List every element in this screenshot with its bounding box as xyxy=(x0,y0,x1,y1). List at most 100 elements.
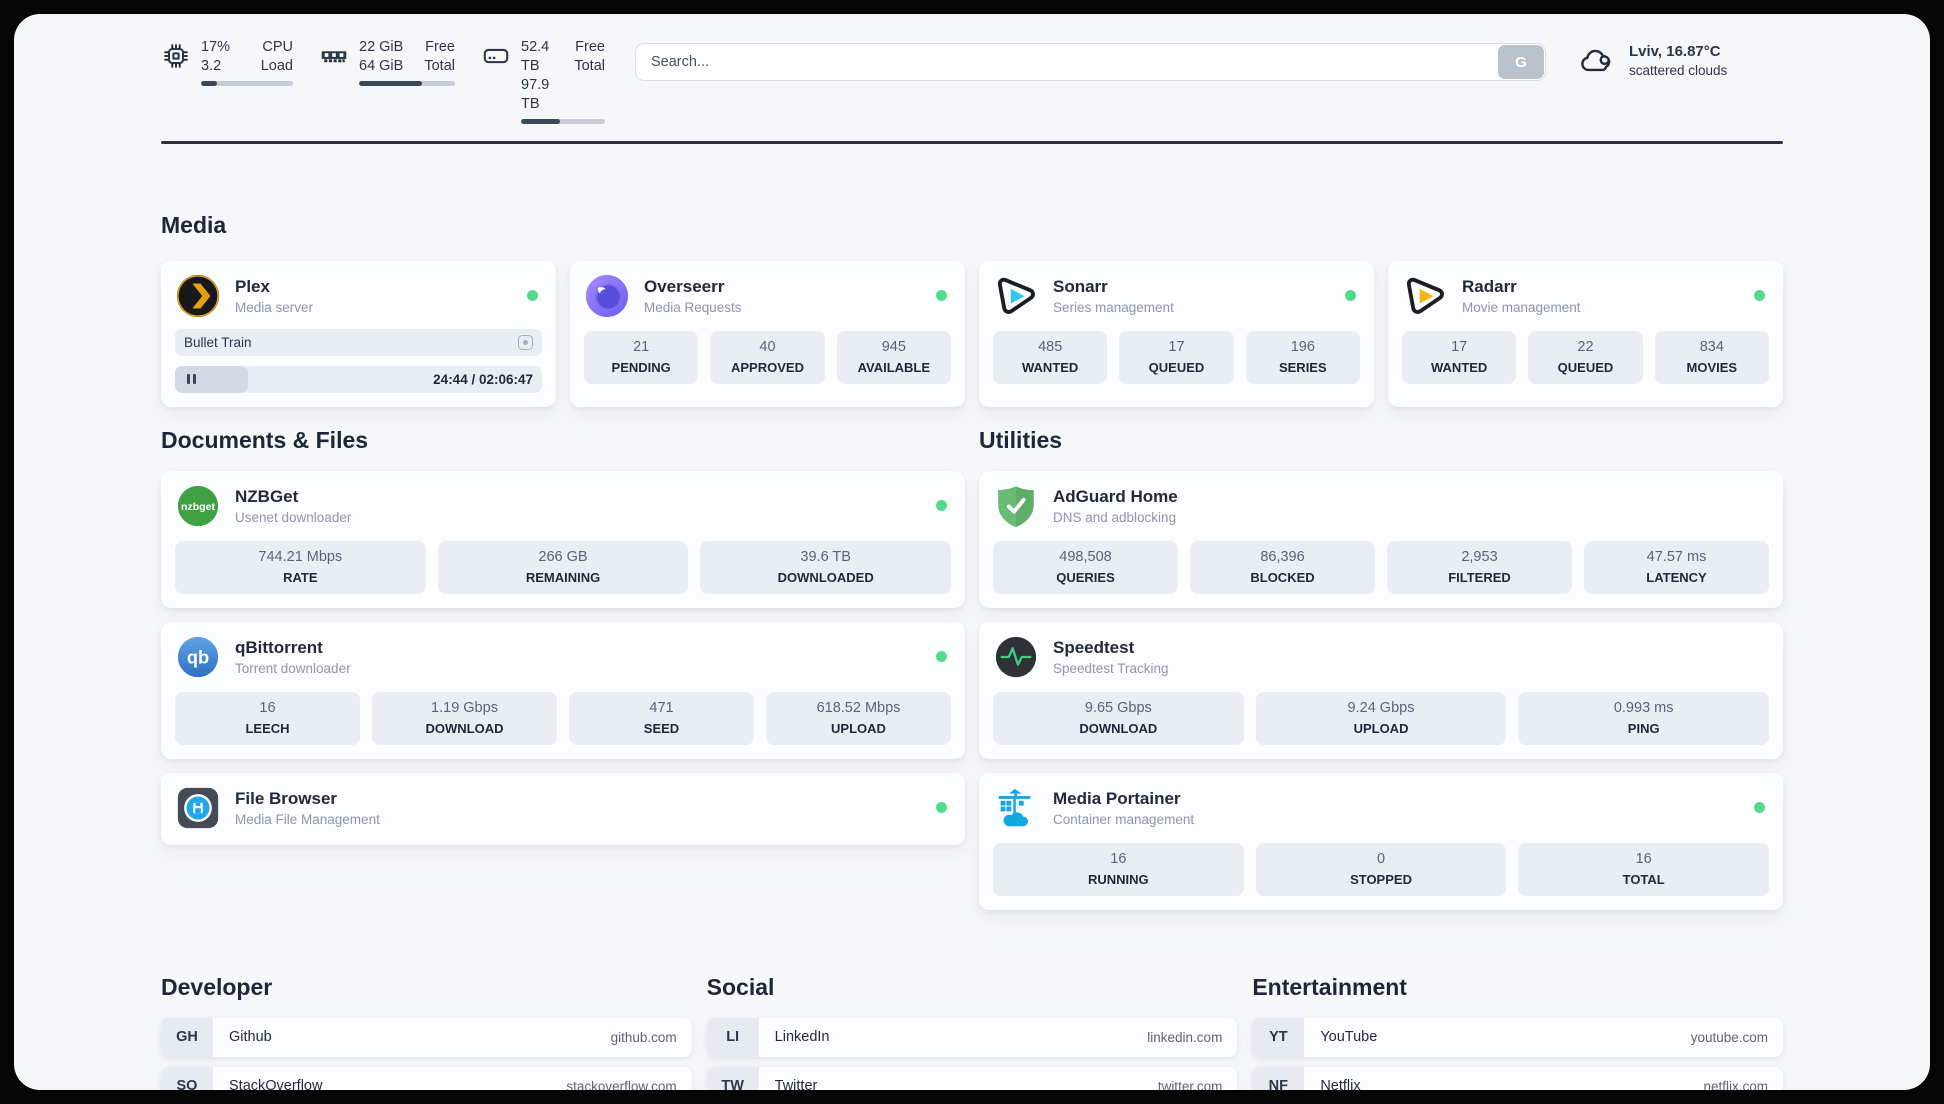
plex-logo-icon xyxy=(175,273,221,319)
section-title-documents: Documents & Files xyxy=(161,426,369,453)
stat-download: 9.65 Gbps DOWNLOAD xyxy=(993,691,1244,745)
service-card-qbittorrent[interactable]: qb qBittorrent Torrent downloader 16 LEE… xyxy=(161,621,965,759)
service-name: qBittorrent xyxy=(235,637,323,657)
stat-download: 1.19 Gbps DOWNLOAD xyxy=(372,691,557,745)
bookmark-abbr: YT xyxy=(1252,1017,1305,1057)
service-name: AdGuard Home xyxy=(1053,486,1178,506)
bookmark-github[interactable]: GH Github github.com xyxy=(161,1017,692,1057)
bookmark-abbr: NF xyxy=(1252,1066,1305,1090)
bookmark-twitter[interactable]: TW Twitter twitter.com xyxy=(706,1066,1238,1090)
svg-text:nzbget: nzbget xyxy=(181,500,215,512)
qbittorrent-logo-icon: qb xyxy=(175,634,221,680)
stat-total: 16 TOTAL xyxy=(1518,842,1770,896)
bookmark-abbr: SO xyxy=(161,1066,213,1090)
stat-movies: 834 MOVIES xyxy=(1654,330,1769,384)
stat-available: 945 AVAILABLE xyxy=(836,330,951,384)
disk-progress-bar xyxy=(521,119,605,124)
stat-wanted: 17 WANTED xyxy=(1402,330,1517,384)
bookmark-youtube[interactable]: YT YouTube youtube.com xyxy=(1252,1017,1783,1057)
bookmark-netflix[interactable]: NF Netflix netflix.com xyxy=(1252,1066,1783,1091)
service-subtitle: Media Requests xyxy=(644,299,742,315)
section-title-entertainment: Entertainment xyxy=(1252,973,1407,1000)
stat-running: 16 RUNNING xyxy=(993,842,1244,896)
status-online-dot xyxy=(1754,290,1765,301)
memory-labels: Free Total xyxy=(424,39,455,74)
service-card-speedtest[interactable]: Speedtest Speedtest Tracking 9.65 Gbps D… xyxy=(979,621,1783,759)
cpu-labels: CPU Load xyxy=(260,39,293,74)
stat-wanted: 485 WANTED xyxy=(993,330,1108,384)
service-subtitle: Media File Management xyxy=(235,811,380,827)
section-title-media: Media xyxy=(161,211,227,238)
weather-widget: Lviv, 16.87°C scattered clouds xyxy=(1578,42,1783,80)
service-card-radarr[interactable]: Radarr Movie management 17 WANTED 22 QUE… xyxy=(1388,260,1783,407)
pause-icon[interactable] xyxy=(187,374,196,384)
stat-ping: 0.993 ms PING xyxy=(1518,691,1770,745)
social-column: Social LI LinkedIn linkedin.com TW Twitt… xyxy=(706,974,1238,1090)
utilities-column: Utilities AdGuard Home DNS and adblockin… xyxy=(979,427,1783,910)
service-card-plex[interactable]: Plex Media server Bullet Train 24:44 / 0… xyxy=(161,260,556,407)
bookmark-name: Netflix xyxy=(1320,1078,1361,1090)
cpu-progress-bar xyxy=(201,81,293,86)
stat-upload: 618.52 Mbps UPLOAD xyxy=(766,691,951,745)
stat-pending: 21 PENDING xyxy=(584,330,699,384)
developer-column: Developer GH Github github.com SO StackO… xyxy=(161,974,692,1090)
adguard-logo-icon xyxy=(993,483,1039,529)
disk-labels: Free Total xyxy=(574,39,605,74)
service-name: Sonarr xyxy=(1053,276,1108,296)
now-playing-title: Bullet Train xyxy=(184,334,252,350)
stat-downloaded: 39.6 TB DOWNLOADED xyxy=(700,540,952,594)
service-card-adguard[interactable]: AdGuard Home DNS and adblocking 498,508 … xyxy=(979,470,1783,608)
header-divider xyxy=(161,141,1783,144)
section-title-utilities: Utilities xyxy=(979,426,1063,453)
service-card-sonarr[interactable]: Sonarr Series management 485 WANTED 17 Q… xyxy=(979,260,1374,407)
svg-text:qb: qb xyxy=(187,647,209,667)
stat-remaining: 266 GB REMAINING xyxy=(437,540,689,594)
search-provider-button[interactable]: G xyxy=(1498,45,1544,79)
top-bar: 17% 3.2 CPU Load 22 GiB 64 GiB Free Tota… xyxy=(161,38,1783,124)
service-subtitle: Torrent downloader xyxy=(235,660,351,676)
service-name: Media Portainer xyxy=(1053,788,1181,808)
bookmark-name: Github xyxy=(229,1029,272,1045)
service-card-nzbget[interactable]: nzbget NZBGet Usenet downloader 744.21 M… xyxy=(161,470,965,608)
search-bar: G xyxy=(635,43,1546,81)
bookmark-abbr: LI xyxy=(706,1017,759,1057)
service-card-portainer[interactable]: Media Portainer Container management 16 … xyxy=(979,772,1783,910)
portainer-logo-icon xyxy=(993,785,1039,831)
documents-column: Documents & Files nzbget NZBGet Usenet d… xyxy=(161,427,965,910)
search-input[interactable] xyxy=(635,43,1546,81)
stat-latency: 47.57 ms LATENCY xyxy=(1584,540,1769,594)
filebrowser-logo-icon xyxy=(175,785,221,831)
media-card-row: Plex Media server Bullet Train 24:44 / 0… xyxy=(161,260,1783,407)
stat-approved: 40 APPROVED xyxy=(710,330,825,384)
bookmark-abbr: TW xyxy=(706,1066,759,1090)
bookmark-stackoverflow[interactable]: SO StackOverflow stackoverflow.com xyxy=(161,1066,692,1090)
service-card-filebrowser[interactable]: File Browser Media File Management xyxy=(161,772,965,845)
record-icon xyxy=(518,334,533,350)
bookmark-url: netflix.com xyxy=(1703,1078,1768,1091)
bookmark-name: LinkedIn xyxy=(774,1029,830,1045)
service-card-overseerr[interactable]: Overseerr Media Requests 21 PENDING 40 A… xyxy=(570,260,965,407)
stat-seed: 471 SEED xyxy=(569,691,754,745)
status-online-dot xyxy=(936,290,947,301)
cloud-icon xyxy=(1578,45,1616,77)
service-subtitle: Speedtest Tracking xyxy=(1053,660,1169,676)
bookmark-url: linkedin.com xyxy=(1147,1029,1223,1045)
bookmark-url: youtube.com xyxy=(1690,1029,1768,1045)
stat-queued: 22 QUEUED xyxy=(1528,330,1643,384)
now-playing-pill: Bullet Train xyxy=(175,328,542,356)
playback-progress-pill: 24:44 / 02:06:47 xyxy=(175,365,542,393)
stat-stopped: 0 STOPPED xyxy=(1255,842,1507,896)
stat-filtered: 2,953 FILTERED xyxy=(1387,540,1572,594)
overseerr-logo-icon xyxy=(584,273,630,319)
status-online-dot xyxy=(527,290,538,301)
stat-upload: 9.24 Gbps UPLOAD xyxy=(1255,691,1507,745)
status-online-dot xyxy=(936,500,947,511)
service-name: Overseerr xyxy=(644,276,725,296)
status-online-dot xyxy=(1345,290,1356,301)
bookmark-linkedin[interactable]: LI LinkedIn linkedin.com xyxy=(706,1017,1238,1057)
playback-progress-fill xyxy=(175,365,249,393)
weather-location-temp: Lviv, 16.87°C xyxy=(1629,43,1721,60)
disk-drive-icon xyxy=(481,41,511,124)
bookmark-name: StackOverflow xyxy=(229,1078,323,1090)
status-online-dot xyxy=(936,651,947,662)
